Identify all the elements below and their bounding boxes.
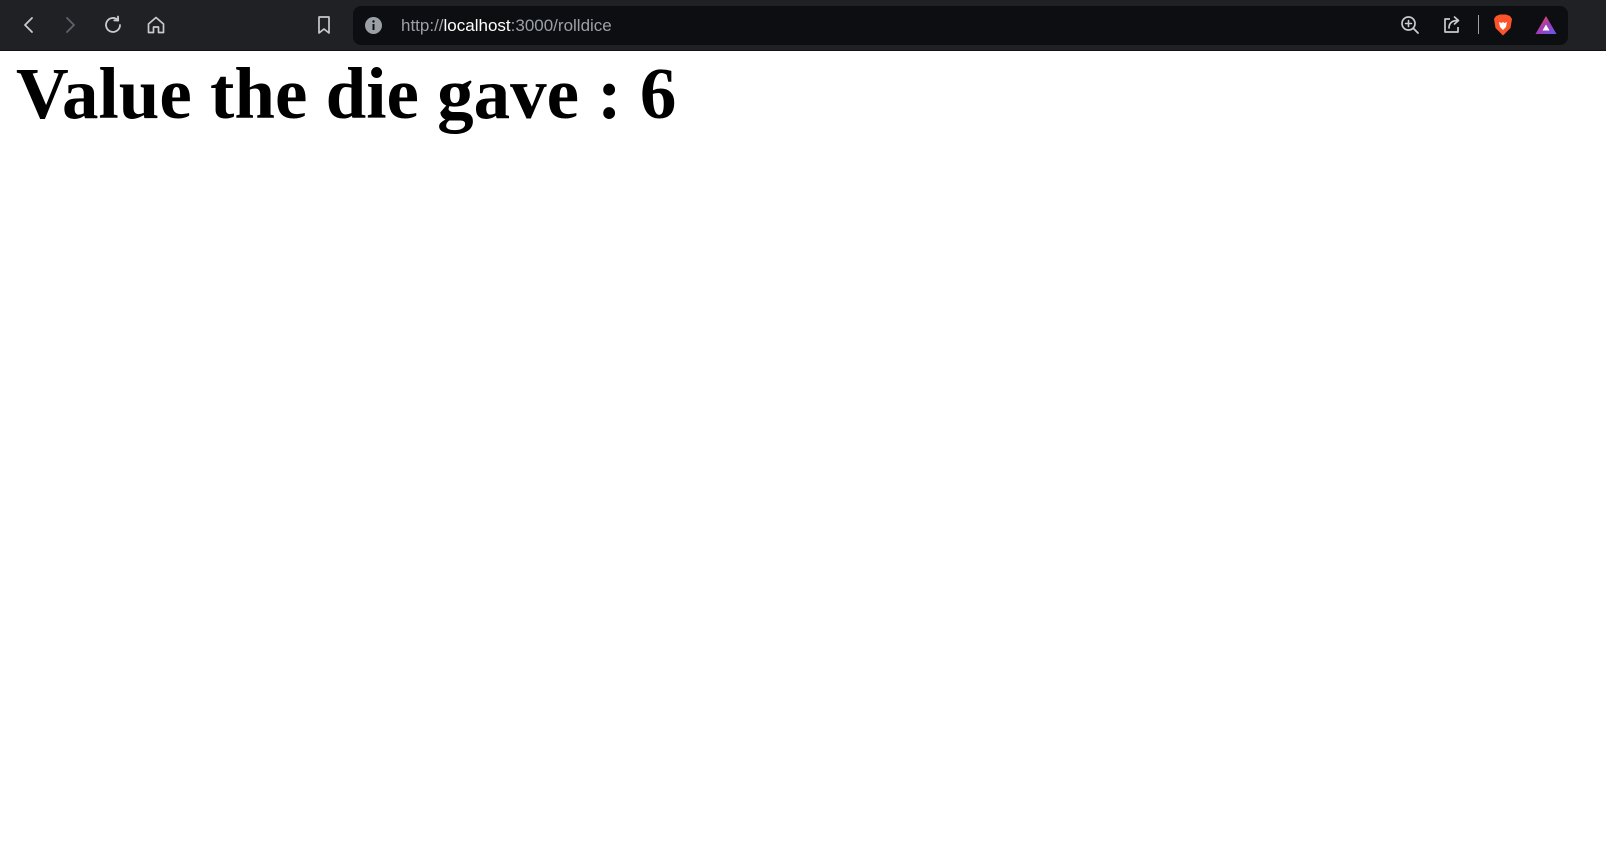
dice-result-heading: Value the die gave : 6 bbox=[16, 53, 677, 134]
brave-shields-button[interactable] bbox=[1487, 9, 1519, 41]
url-text[interactable]: http://localhost:3000/rolldice bbox=[401, 6, 612, 45]
reload-icon bbox=[105, 15, 121, 33]
address-bar[interactable]: http://localhost:3000/rolldice bbox=[353, 6, 1568, 45]
brave-rewards-triangle-icon bbox=[1535, 16, 1557, 34]
toolbar-divider bbox=[1478, 15, 1479, 34]
url-path: :3000/rolldice bbox=[510, 16, 612, 35]
home-button[interactable] bbox=[140, 9, 172, 41]
forward-arrow-icon bbox=[66, 17, 75, 33]
forward-button[interactable] bbox=[54, 9, 86, 41]
url-scheme: http:// bbox=[401, 16, 444, 35]
reload-button[interactable] bbox=[97, 9, 129, 41]
home-icon bbox=[147, 16, 165, 34]
share-icon bbox=[1444, 16, 1460, 33]
share-button[interactable] bbox=[1436, 9, 1468, 41]
back-arrow-icon bbox=[24, 17, 33, 33]
back-button[interactable] bbox=[13, 9, 45, 41]
info-icon[interactable] bbox=[364, 16, 383, 35]
bookmark-icon bbox=[318, 16, 330, 34]
zoom-button[interactable] bbox=[1394, 9, 1426, 41]
bookmark-button[interactable] bbox=[308, 9, 340, 41]
brave-rewards-button[interactable] bbox=[1530, 9, 1562, 41]
url-host: localhost bbox=[443, 16, 511, 35]
zoom-in-icon bbox=[1401, 16, 1419, 34]
brave-lion-icon bbox=[1494, 14, 1512, 36]
browser-toolbar: http://localhost:3000/rolldice bbox=[0, 0, 1606, 51]
page-content bbox=[0, 52, 1606, 852]
